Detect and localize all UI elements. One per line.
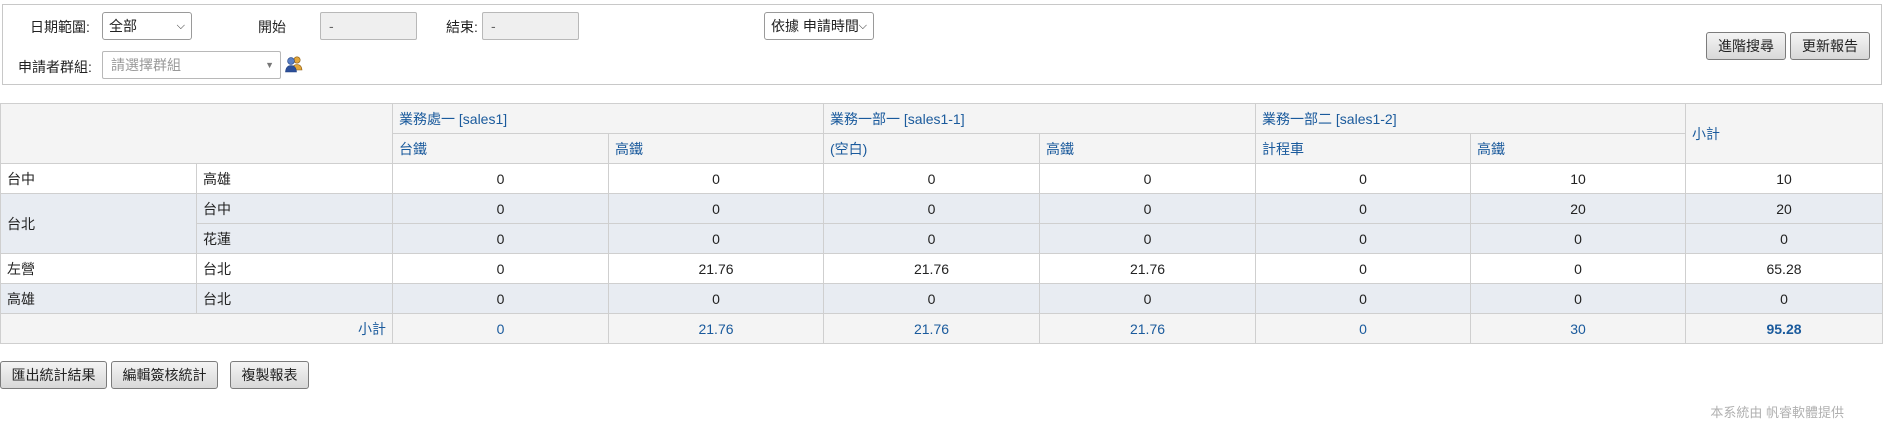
value-cell: 0 (1255, 163, 1472, 194)
report-table: 業務處一 [sales1] 業務一部一 [sales1-1] 業務一部二 [sa… (0, 103, 1884, 344)
sort-by-select[interactable]: 依據 申請時間 ⌵ (764, 12, 874, 40)
end-date-input[interactable]: - (482, 12, 579, 40)
triangle-down-icon: ▼ (265, 60, 274, 70)
value-cell: 0 (607, 193, 825, 224)
column-header: 高鐵 (607, 133, 825, 164)
sort-by-value: 依據 申請時間 (771, 18, 859, 34)
destination-cell: 台中 (196, 193, 393, 224)
date-range-value: 全部 (109, 18, 137, 34)
group-placeholder: 請選擇群組 (111, 57, 181, 73)
table-row: 高雄 台北 0 0 0 0 0 0 0 (0, 283, 1884, 314)
row-subtotal-cell: 0 (1685, 223, 1884, 254)
export-stats-button[interactable]: 匯出統計結果 (0, 361, 107, 389)
origin-cell: 台中 (0, 163, 197, 194)
value-cell: 0 (1255, 253, 1472, 284)
group-label: 申請者群組: (18, 59, 92, 75)
start-date-input[interactable]: - (320, 12, 417, 40)
destination-cell: 台北 (196, 283, 393, 314)
value-cell: 0 (1039, 163, 1257, 194)
row-subtotal-cell: 65.28 (1685, 253, 1884, 284)
footer-subtotal-label: 小計 (0, 313, 393, 344)
row-subtotal-cell: 0 (1685, 283, 1884, 314)
table-row: 花蓮 0 0 0 0 0 0 0 (1, 223, 1884, 254)
value-cell: 0 (1255, 223, 1472, 254)
value-cell: 0 (392, 163, 609, 194)
value-cell: 0 (607, 283, 825, 314)
start-label: 開始 (258, 19, 286, 35)
footer-value-cell: 30 (1470, 313, 1687, 344)
corner-header (0, 103, 393, 164)
origin-cell: 高雄 (0, 283, 197, 314)
value-cell: 21.76 (607, 253, 825, 284)
column-header: (空白) (823, 133, 1041, 164)
value-cell: 0 (1470, 253, 1687, 284)
table-row: 左營 台北 0 21.76 21.76 21.76 0 0 65.28 (0, 253, 1884, 284)
date-range-select[interactable]: 全部 ⌵ (102, 12, 192, 40)
date-range-label: 日期範圍: (30, 19, 90, 35)
column-header: 高鐵 (1039, 133, 1257, 164)
row-subtotal-cell: 10 (1685, 163, 1884, 194)
footer-value-cell: 21.76 (607, 313, 825, 344)
user-group-icon[interactable] (285, 54, 303, 74)
value-cell: 0 (392, 223, 609, 254)
origin-cell: 台北 (0, 193, 197, 254)
value-cell: 0 (1470, 223, 1687, 254)
footer-value-cell: 0 (1255, 313, 1472, 344)
value-cell: 0 (607, 163, 825, 194)
row-subtotal-cell: 20 (1685, 193, 1884, 224)
subtotal-header: 小計 (1685, 103, 1884, 164)
chevron-down-icon: ⌵ (176, 20, 185, 32)
table-footer-row: 小計 0 21.76 21.76 21.76 0 30 95.28 (0, 313, 1884, 344)
group-header: 業務一部二 [sales1-2] (1255, 103, 1687, 134)
column-header: 計程車 (1255, 133, 1472, 164)
grand-total-cell: 95.28 (1685, 313, 1884, 344)
value-cell: 0 (823, 163, 1041, 194)
column-header: 台鐵 (392, 133, 609, 164)
value-cell: 0 (823, 283, 1041, 314)
value-cell: 21.76 (823, 253, 1041, 284)
refresh-report-button[interactable]: 更新報告 (1790, 32, 1870, 60)
end-label: 結束: (446, 19, 478, 35)
value-cell: 0 (1039, 193, 1257, 224)
value-cell: 20 (1470, 193, 1687, 224)
value-cell: 21.76 (1039, 253, 1257, 284)
table-row: 台北 台中 0 0 0 0 0 20 20 (0, 193, 1884, 254)
table-row: 台中 高雄 0 0 0 0 0 10 10 (0, 163, 1884, 194)
value-cell: 0 (1255, 283, 1472, 314)
footer-value-cell: 21.76 (823, 313, 1041, 344)
destination-cell: 台北 (196, 253, 393, 284)
destination-cell: 花蓮 (196, 223, 393, 254)
footer-credit: 本系統由 帆睿軟體提供 (1710, 405, 1844, 420)
value-cell: 0 (1039, 283, 1257, 314)
origin-cell: 左營 (0, 253, 197, 284)
group-header: 業務一部一 [sales1-1] (823, 103, 1257, 134)
value-cell: 0 (1255, 193, 1472, 224)
group-select[interactable]: 請選擇群組 ▼ (102, 51, 281, 79)
value-cell: 0 (823, 193, 1041, 224)
value-cell: 0 (1039, 223, 1257, 254)
value-cell: 10 (1470, 163, 1687, 194)
value-cell: 0 (392, 193, 609, 224)
footer-value-cell: 0 (392, 313, 609, 344)
edit-approval-stats-button[interactable]: 編輯簽核統計 (111, 361, 218, 389)
advanced-search-button[interactable]: 進階搜尋 (1706, 32, 1786, 60)
group-header: 業務處一 [sales1] (391, 103, 825, 134)
value-cell: 0 (392, 253, 609, 284)
copy-report-button[interactable]: 複製報表 (230, 361, 309, 389)
chevron-down-icon: ⌵ (858, 20, 867, 32)
value-cell: 0 (1470, 283, 1687, 314)
value-cell: 0 (607, 223, 825, 254)
column-header: 高鐵 (1470, 133, 1687, 164)
value-cell: 0 (392, 283, 609, 314)
destination-cell: 高雄 (196, 163, 393, 194)
value-cell: 0 (823, 223, 1041, 254)
footer-value-cell: 21.76 (1039, 313, 1257, 344)
table-group-header-row: 業務處一 [sales1] 業務一部一 [sales1-1] 業務一部二 [sa… (0, 103, 1884, 164)
